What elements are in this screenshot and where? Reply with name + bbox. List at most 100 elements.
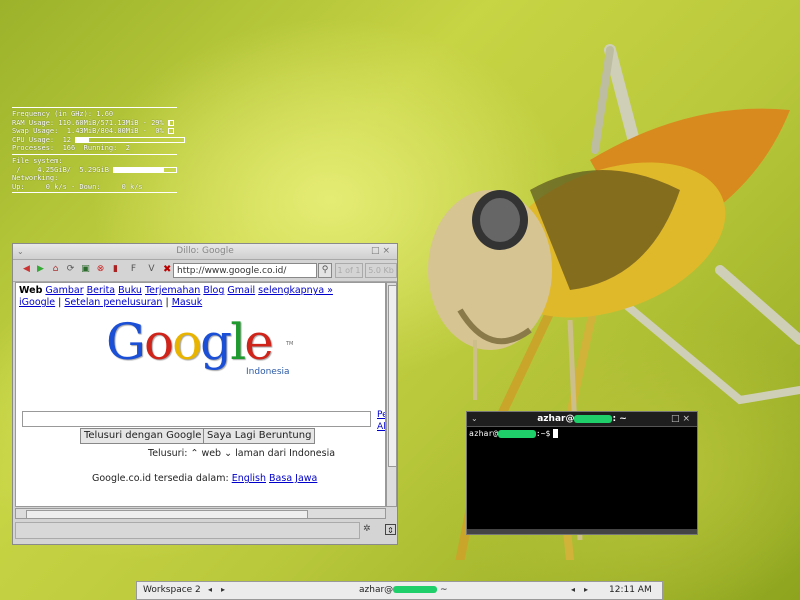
logo-trademark: TM [286, 341, 294, 347]
view-icon[interactable]: V [146, 264, 157, 275]
workspace-label[interactable]: Workspace 2 [143, 585, 201, 595]
network-label: Networking: [12, 174, 59, 183]
filesystem-usage: / 4.25GiB/ 5.29GiB [12, 166, 178, 175]
swap-usage: Swap Usage: 1.43MiB/804.00MiB - 0% [12, 127, 177, 136]
browser-title: Dillo: Google [176, 246, 234, 256]
nav-gmail[interactable]: Gmail [227, 285, 255, 296]
radio-web-label: web [201, 448, 222, 459]
lucky-button[interactable]: Saya Lagi Beruntung [203, 428, 316, 444]
divider [12, 153, 177, 155]
url-input[interactable]: http://www.google.co.id/ [173, 263, 317, 278]
window-menu-icon[interactable]: ⌄ [471, 412, 478, 426]
window-menu-icon[interactable]: ⌄ [17, 244, 24, 259]
redacted-hostname [393, 586, 438, 593]
workspace-prev-icon[interactable]: ◂ [208, 585, 212, 594]
divider [12, 107, 177, 108]
ram-usage: RAM Usage: 110.60MiB/571.13MiB - 29% [12, 119, 177, 128]
task-next-icon[interactable]: ▸ [584, 585, 588, 594]
browser-titlebar[interactable]: ⌄ Dillo: Google □× [13, 244, 397, 260]
close-icon[interactable]: × [682, 414, 693, 424]
nav-more[interactable]: selengkapnya » [258, 285, 333, 296]
cpu-frequency: Frequency (in GHz): 1.60 [12, 110, 114, 118]
lang-english-link[interactable]: English [232, 473, 266, 484]
status-bar: ✲ ⇕ [15, 521, 396, 541]
divider [12, 192, 177, 194]
google-topbar: Web Gambar Berita Buku Terjemahan Blog G… [19, 285, 333, 308]
search-scope-label: Telusuri: [148, 448, 188, 459]
clear-url-icon[interactable]: ✖ [163, 264, 171, 275]
taskbar-item-terminal[interactable]: azhar@ ~ [359, 585, 448, 595]
scroll-thumb[interactable] [26, 510, 308, 519]
browser-window[interactable]: ⌄ Dillo: Google □× ◀ ▶ ⌂ ⟳ ▣ ⊗ ▮ F V ✖ h… [12, 243, 398, 545]
google-logo: Google [106, 313, 274, 371]
terminal-bottom-edge [467, 529, 697, 534]
lang-javanese-link[interactable]: Basa Jawa [269, 473, 317, 484]
search-input[interactable] [22, 411, 371, 427]
google-search-button[interactable]: Telusuri dengan Google [80, 428, 206, 444]
terminal-title-user: azhar@ [537, 414, 575, 424]
window-controls[interactable]: □× [671, 412, 693, 426]
ram-bar [167, 119, 174, 126]
scroll-thumb[interactable] [388, 285, 397, 467]
terminal-prompt[interactable]: azhar@ :~$ [469, 429, 559, 438]
prompt-suffix: :~$ [535, 429, 551, 438]
radio-web-icon[interactable]: ⌃ [190, 448, 201, 459]
nav-translate[interactable]: Terjemahan [145, 285, 200, 296]
browser-toolbar: ◀ ▶ ⌂ ⟳ ▣ ⊗ ▮ F V ✖ http://www.google.co… [13, 260, 397, 282]
nav-blog[interactable]: Blog [203, 285, 224, 296]
filesystem-label: File system: [12, 156, 63, 165]
side-link-2[interactable]: Al [377, 421, 385, 433]
maximize-icon[interactable]: □ [671, 414, 683, 424]
forward-icon[interactable]: ▶ [35, 264, 46, 275]
side-links: Pe Al [377, 409, 385, 433]
nav-sign-in[interactable]: Masuk [172, 297, 203, 308]
vertical-scrollbar[interactable] [386, 282, 397, 507]
page-viewport[interactable]: Web Gambar Berita Buku Terjemahan Blog G… [15, 282, 386, 507]
nav-images[interactable]: Gambar [45, 285, 83, 296]
language-offer-text: Google.co.id tersedia dalam: [92, 473, 229, 484]
redacted-hostname [497, 429, 536, 438]
system-monitor: Frequency (in GHz): 1.60 RAM Usage: 110.… [12, 106, 186, 195]
window-controls[interactable]: □× [371, 244, 393, 259]
terminal-titlebar[interactable]: ⌄ azhar@ : ~ □× [467, 412, 697, 427]
back-icon[interactable]: ◀ [21, 264, 32, 275]
processes: Processes: 166 Running: 2 [12, 144, 131, 153]
network-speed: Up: 0 k/s - Down: 0 k/s [12, 182, 143, 191]
clock: 12:11 AM [609, 585, 652, 595]
reload-icon[interactable]: ⟳ [65, 264, 76, 275]
bookmarks-icon[interactable]: ▮ [110, 264, 121, 275]
language-offer: Google.co.id tersedia dalam: English Bas… [92, 473, 317, 484]
maximize-icon[interactable]: □ [371, 246, 383, 256]
redacted-hostname [574, 414, 613, 423]
stop-icon[interactable]: ⊗ [95, 264, 106, 275]
search-scope: Telusuri: ⌃ web ⌄ laman dari Indonesia [148, 448, 335, 459]
search-icon[interactable]: ⚲ [318, 263, 332, 278]
workspace-next-icon[interactable]: ▸ [221, 585, 225, 594]
radio-local-icon[interactable]: ⌄ [224, 448, 235, 459]
swap-bar [167, 128, 174, 135]
nav-news[interactable]: Berita [87, 285, 115, 296]
save-icon[interactable]: ▣ [80, 264, 91, 275]
bug-meter-icon[interactable]: ✲ [363, 524, 371, 534]
side-link-1[interactable]: Pe [377, 409, 385, 421]
page-size: 5.0 Kb [365, 263, 397, 278]
filesystem-bar [113, 166, 178, 173]
status-text [15, 522, 360, 539]
find-icon[interactable]: F [128, 264, 139, 275]
terminal-window[interactable]: ⌄ azhar@ : ~ □× azhar@ :~$ [466, 411, 698, 535]
logo-subtitle: Indonesia [246, 367, 290, 377]
fullscreen-icon[interactable]: ⇕ [385, 524, 396, 535]
page-count: 1 of 1 [335, 263, 363, 278]
prompt-user: azhar@ [469, 429, 498, 438]
terminal-title-suffix: : ~ [612, 414, 627, 424]
nav-search-settings[interactable]: Setelan penelusuran [64, 297, 162, 308]
radio-local-label: laman dari Indonesia [235, 448, 336, 459]
nav-igoogle[interactable]: iGoogle [19, 297, 55, 308]
task-prev-icon[interactable]: ◂ [571, 585, 575, 594]
nav-web: Web [19, 285, 43, 296]
home-icon[interactable]: ⌂ [50, 264, 61, 275]
bottom-panel: Workspace 2 ◂ ▸ azhar@ ~ ◂ ▸ 12:11 AM [136, 581, 663, 600]
nav-books[interactable]: Buku [118, 285, 142, 296]
horizontal-scrollbar[interactable] [15, 508, 386, 519]
close-icon[interactable]: × [382, 246, 393, 256]
